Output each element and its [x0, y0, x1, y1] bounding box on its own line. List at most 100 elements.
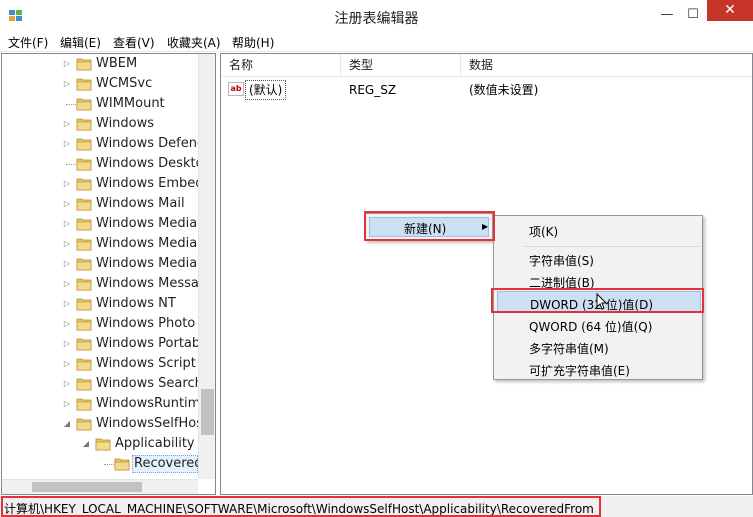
submenu-label: 二进制值(B) [529, 276, 595, 290]
folder-icon [76, 78, 92, 91]
expand-arrow-icon[interactable]: ▷ [62, 114, 72, 134]
tree-item-label: Windows Media P [96, 256, 210, 271]
expand-arrow-icon[interactable]: ▷ [62, 334, 72, 354]
expand-arrow-icon[interactable]: ▷ [62, 134, 72, 154]
column-data[interactable]: 数据 [461, 54, 752, 76]
value-name[interactable]: (默认) [245, 80, 287, 100]
expand-arrow-icon[interactable]: ▷ [62, 54, 72, 74]
menu-help[interactable]: 帮助(H) [232, 34, 274, 51]
menu-new-item[interactable]: 新建(N) ▶ [369, 217, 489, 237]
expand-arrow-icon[interactable]: ▷ [62, 234, 72, 254]
tree-item[interactable]: ▷ WindowsRuntime [2, 394, 208, 414]
tree-connector [104, 464, 114, 465]
folder-icon [76, 298, 92, 311]
tree-item[interactable]: ▷ WCMSvc [2, 74, 198, 94]
folder-icon [76, 58, 92, 71]
tree-horizontal-scrollbar[interactable] [2, 479, 198, 494]
registry-path: 计算机\HKEY_LOCAL_MACHINE\SOFTWARE\Microsof… [4, 502, 594, 516]
submenu-arrow-icon: ▶ [482, 222, 489, 231]
submenu-item-string[interactable]: 字符串值(S) [497, 248, 701, 270]
menu-view[interactable]: 查看(V) [113, 34, 155, 51]
tree-item-label: WCMSvc [96, 76, 153, 91]
folder-icon [76, 98, 92, 111]
expand-arrow-icon[interactable]: ▷ [62, 354, 72, 374]
tree-scroll-thumb[interactable] [201, 389, 214, 435]
collapse-arrow-icon[interactable]: ◢ [81, 434, 91, 454]
tree-item[interactable]: ▷ Windows NT [2, 294, 198, 314]
tree-item-label: Windows Media F [96, 236, 209, 251]
minimize-button[interactable]: — [654, 0, 680, 30]
tree-item-label: Windows Portable [96, 336, 212, 351]
submenu-item-binary[interactable]: 二进制值(B) [497, 270, 701, 292]
folder-icon [76, 158, 92, 171]
submenu-item-multistring[interactable]: 多字符串值(M) [497, 336, 701, 358]
tree-hscroll-thumb[interactable] [32, 482, 142, 492]
value-data: (数值未设置) [469, 83, 539, 97]
menu-edit[interactable]: 编辑(E) [60, 34, 101, 51]
menu-favorites[interactable]: 收藏夹(A) [167, 34, 221, 51]
tree-item-label: Windows Photo V [96, 316, 209, 331]
column-name[interactable]: 名称 [221, 54, 341, 76]
folder-icon [76, 378, 92, 391]
submenu-item-qword[interactable]: QWORD (64 位)值(Q) [497, 314, 701, 336]
tree-item[interactable]: ▷ Windows Script H [2, 354, 210, 374]
expand-arrow-icon[interactable]: ▷ [62, 274, 72, 294]
tree-item[interactable]: ▷ Windows Mail [2, 194, 198, 214]
tree-item[interactable]: ▷ Windows Media F [2, 234, 209, 254]
expand-arrow-icon[interactable]: ▷ [62, 374, 72, 394]
tree-item-label: Windows NT [96, 296, 176, 311]
tree-item[interactable]: ▷ Windows Media D [2, 214, 211, 234]
tree-item[interactable]: Windows Desktop [2, 154, 212, 174]
folder-icon [95, 438, 111, 451]
submenu-label: 项(K) [529, 225, 559, 239]
close-button[interactable]: ✕ [707, 0, 753, 21]
menu-file[interactable]: 文件(F) [8, 34, 48, 51]
tree-item-label: WIMMount [96, 96, 165, 111]
tree-item[interactable]: ▷ Windows Defende [2, 134, 213, 154]
tree-item[interactable]: ◢ Applicability [2, 434, 198, 454]
collapse-arrow-icon[interactable]: ◢ [62, 414, 72, 434]
folder-icon [76, 198, 92, 211]
tree-connector [66, 104, 76, 105]
folder-icon [76, 398, 92, 411]
tree-vertical-scrollbar[interactable] [198, 54, 215, 479]
tree-item[interactable]: RecoveredF [2, 454, 210, 474]
submenu-label: DWORD (32 位)值(D) [530, 298, 653, 312]
tree-item[interactable]: ▷ Windows Search [2, 374, 203, 394]
tree-item[interactable]: ▷ Windows Photo V [2, 314, 208, 334]
tree-item[interactable]: ▷ Windows Portable [2, 334, 212, 354]
tree-item[interactable]: ▷ WBEM [2, 54, 198, 74]
tree-item-label: Windows Messag [96, 276, 208, 291]
registry-tree[interactable]: ▷ WBEM ▷ WCMSvc WIMMount ▷ Windows ▷ Windows Def… [1, 53, 216, 495]
tree-item[interactable]: ▷ Windows [2, 114, 198, 134]
menu-separator [524, 246, 700, 247]
expand-arrow-icon[interactable]: ▷ [62, 74, 72, 94]
tree-item-label: Applicability [115, 436, 195, 451]
column-type[interactable]: 类型 [341, 54, 461, 76]
expand-arrow-icon[interactable]: ▷ [62, 214, 72, 234]
context-menu: 新建(N) ▶ [365, 213, 493, 241]
tree-item[interactable]: WIMMount [2, 94, 198, 114]
submenu-label: QWORD (64 位)值(Q) [529, 320, 653, 334]
tree-item-label: Windows Embedc [96, 176, 211, 191]
submenu-item-expandstring[interactable]: 可扩充字符串值(E) [497, 358, 701, 380]
folder-icon [76, 138, 92, 151]
folder-icon [76, 238, 92, 251]
folder-icon [76, 318, 92, 331]
tree-item[interactable]: ▷ Windows Media P [2, 254, 209, 274]
expand-arrow-icon[interactable]: ▷ [62, 394, 72, 414]
tree-item[interactable]: ▷ Windows Messag [2, 274, 207, 294]
expand-arrow-icon[interactable]: ▷ [62, 254, 72, 274]
expand-arrow-icon[interactable]: ▷ [62, 294, 72, 314]
tree-item-label: Windows Mail [96, 196, 185, 211]
folder-icon [76, 278, 92, 291]
expand-arrow-icon[interactable]: ▷ [62, 174, 72, 194]
tree-item[interactable]: ▷ Windows Embedc [2, 174, 211, 194]
submenu-item-key[interactable]: 项(K) [497, 219, 701, 241]
submenu-label: 多字符串值(M) [529, 342, 609, 356]
expand-arrow-icon[interactable]: ▷ [62, 314, 72, 334]
tree-item-label: Windows Search [96, 376, 203, 391]
maximize-button[interactable]: ☐ [680, 0, 706, 30]
expand-arrow-icon[interactable]: ▷ [62, 194, 72, 214]
tree-item[interactable]: ◢ WindowsSelfHost [2, 414, 208, 434]
